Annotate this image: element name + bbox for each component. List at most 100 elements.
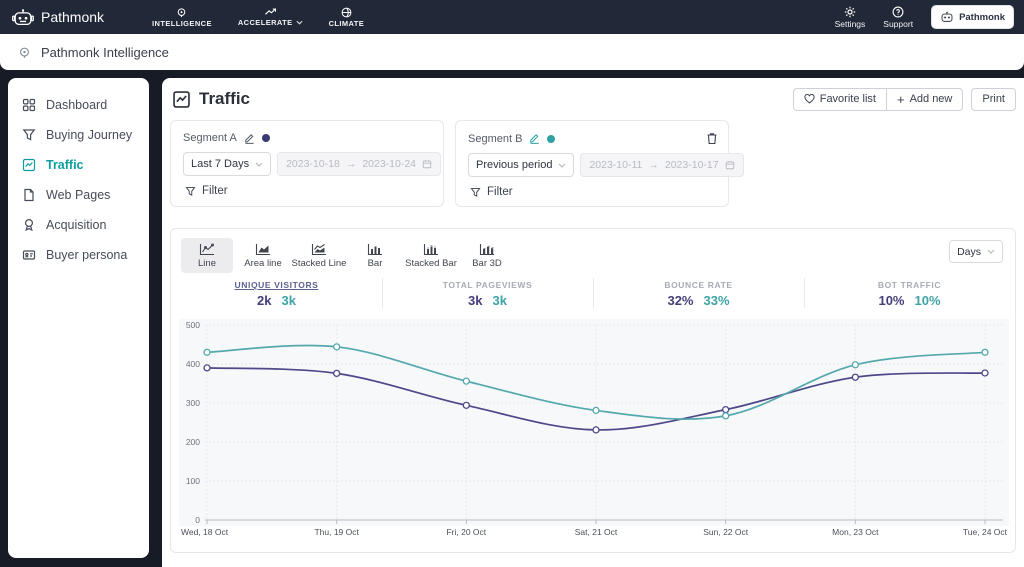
pathmonk-account-button[interactable]: Pathmonk <box>931 5 1014 29</box>
sidebar-item-label: Acquisition <box>46 218 107 232</box>
segment-a-card: Segment A Last 7 Days 2023-10-18 → 2023-… <box>170 120 444 207</box>
chevron-down-icon <box>296 20 303 25</box>
subheader-title: Pathmonk Intelligence <box>41 44 169 60</box>
svg-text:Mon, 23 Oct: Mon, 23 Oct <box>832 527 879 537</box>
metric-value-a: 2k <box>257 293 272 308</box>
sidebar-item-buying-journey[interactable]: Buying Journey <box>8 120 149 150</box>
svg-text:Thu, 19 Oct: Thu, 19 Oct <box>314 527 359 537</box>
metric-bounce-rate[interactable]: BOUNCE RATE 32% 33% <box>593 276 804 308</box>
metric-value-a: 10% <box>878 293 905 308</box>
svg-text:Sat, 21 Oct: Sat, 21 Oct <box>575 527 618 537</box>
tab-stacked-line[interactable]: Stacked Line <box>292 238 346 273</box>
nav-menu: INTELLIGENCE ACCELERATE CLIMATE <box>152 7 364 28</box>
tab-bar[interactable]: Bar <box>349 238 401 273</box>
sidebar-item-dashboard[interactable]: Dashboard <box>8 90 149 120</box>
print-button[interactable]: Print <box>971 87 1016 111</box>
metric-value-b: 3k <box>492 293 507 308</box>
main-content: Traffic Favorite list + Add new Print Se… <box>162 78 1024 567</box>
nav-item-climate[interactable]: CLIMATE <box>329 7 365 28</box>
segment-a-date-range[interactable]: 2023-10-18 → 2023-10-24 <box>277 152 442 176</box>
add-new-button[interactable]: + Add new <box>886 87 964 111</box>
segment-b-color-dot <box>547 134 556 143</box>
chevron-down-icon <box>987 249 995 254</box>
metric-bot-traffic[interactable]: BOT TRAFFIC 10% 10% <box>804 276 1015 308</box>
metric-value-a: 32% <box>667 293 694 308</box>
nav-item-accelerate[interactable]: ACCELERATE <box>238 7 303 28</box>
arrow-right: → <box>345 158 357 170</box>
svg-text:Wed, 18 Oct: Wed, 18 Oct <box>181 527 229 537</box>
metric-unique-visitors[interactable]: UNIQUE VISITORS 2k 3k <box>171 276 382 308</box>
svg-text:400: 400 <box>186 359 200 369</box>
calendar-icon <box>422 159 432 169</box>
segment-b-range-select[interactable]: Previous period <box>468 153 575 177</box>
tab-area-line[interactable]: Area line <box>237 238 289 273</box>
funnel-icon <box>22 128 36 142</box>
sidebar-item-label: Dashboard <box>46 98 108 112</box>
metric-value-b: 3k <box>281 293 296 308</box>
support-button[interactable]: Support <box>883 6 913 29</box>
filter-funnel-icon <box>470 187 481 198</box>
subheader: Pathmonk Intelligence <box>0 34 1024 70</box>
nav-label: CLIMATE <box>328 18 365 28</box>
segment-b-date-range[interactable]: 2023-10-11 → 2023-10-17 <box>580 153 744 177</box>
settings-button[interactable]: Settings <box>835 6 865 29</box>
tab-stacked-bar[interactable]: Stacked Bar <box>405 238 457 273</box>
favorite-addnew-group: Favorite list + Add new <box>792 87 964 111</box>
accelerate-icon <box>264 7 277 17</box>
sidebar-item-web-pages[interactable]: Web Pages <box>8 180 149 210</box>
top-navbar: Pathmonk INTELLIGENCE ACCELERATE CLIMATE… <box>0 0 1024 34</box>
intelligence-icon <box>176 7 187 18</box>
plus-icon: + <box>896 91 905 107</box>
edit-pencil-icon[interactable] <box>529 133 540 144</box>
tab-line[interactable]: Line <box>181 238 233 273</box>
account-button-label: Pathmonk <box>959 11 1005 23</box>
header-actions: Favorite list + Add new Print <box>792 87 1016 111</box>
metric-value-a: 3k <box>468 293 483 308</box>
chart-panel: Line Area line Stacked Line Bar Stacked … <box>170 228 1016 553</box>
sidebar-item-traffic[interactable]: Traffic <box>8 150 149 180</box>
question-icon <box>892 6 904 18</box>
brand-name: Pathmonk <box>41 9 105 25</box>
metric-value-b: 10% <box>914 293 941 308</box>
title-row: Traffic Favorite list + Add new Print <box>172 87 1016 111</box>
chevron-down-icon <box>558 163 566 168</box>
metrics-row: UNIQUE VISITORS 2k 3k TOTAL PAGEVIEWS 3k 3… <box>171 276 1015 308</box>
traffic-title-icon <box>172 90 191 109</box>
sidebar-item-label: Traffic <box>46 158 84 172</box>
segment-b-filter[interactable]: Filter <box>456 177 728 198</box>
nav-item-intelligence[interactable]: INTELLIGENCE <box>152 7 212 28</box>
svg-text:300: 300 <box>186 398 200 408</box>
segment-a-filter[interactable]: Filter <box>171 176 443 197</box>
tab-bar-3d[interactable]: Bar 3D <box>461 238 513 273</box>
favorite-list-button[interactable]: Favorite list <box>792 87 887 111</box>
edit-pencil-icon[interactable] <box>244 133 255 144</box>
nav-label: ACCELERATE <box>237 17 293 27</box>
area-chart-icon <box>255 243 271 256</box>
sidebar-item-label: Buying Journey <box>46 128 133 142</box>
interval-select[interactable]: Days <box>949 240 1003 263</box>
intelligence-module-icon <box>18 46 31 59</box>
svg-text:Fri, 20 Oct: Fri, 20 Oct <box>446 527 486 537</box>
stacked-area-icon <box>311 243 327 256</box>
climate-icon <box>341 7 352 18</box>
filter-funnel-icon <box>185 186 196 197</box>
dashboard-grid-icon <box>22 98 36 112</box>
svg-text:200: 200 <box>186 437 200 447</box>
document-icon <box>22 188 36 202</box>
nav-label: INTELLIGENCE <box>152 18 212 28</box>
heart-icon <box>804 94 815 104</box>
sidebar-item-acquisition[interactable]: Acquisition <box>8 210 149 240</box>
trash-icon[interactable] <box>706 132 718 145</box>
sidebar-item-buyer-persona[interactable]: Buyer persona <box>8 240 149 270</box>
sidebar-item-label: Web Pages <box>46 188 111 202</box>
traffic-line-chart[interactable]: 0 100 200 300 400 500 Wed, 18 Oct Thu, 19 Oct Fr… <box>175 317 1013 556</box>
segment-b-name: Segment B <box>468 132 523 145</box>
segment-a-range-select[interactable]: Last 7 Days <box>183 152 272 176</box>
traffic-chart-icon <box>22 158 36 172</box>
navbar-right: Settings Support Pathmonk <box>835 5 1014 29</box>
metric-total-pageviews[interactable]: TOTAL PAGEVIEWS 3k 3k <box>382 276 593 308</box>
brand-logo[interactable]: Pathmonk <box>12 8 104 27</box>
support-label: Support <box>883 18 914 29</box>
metric-value-b: 33% <box>703 293 730 308</box>
pathmonk-robot-icon <box>12 8 34 27</box>
